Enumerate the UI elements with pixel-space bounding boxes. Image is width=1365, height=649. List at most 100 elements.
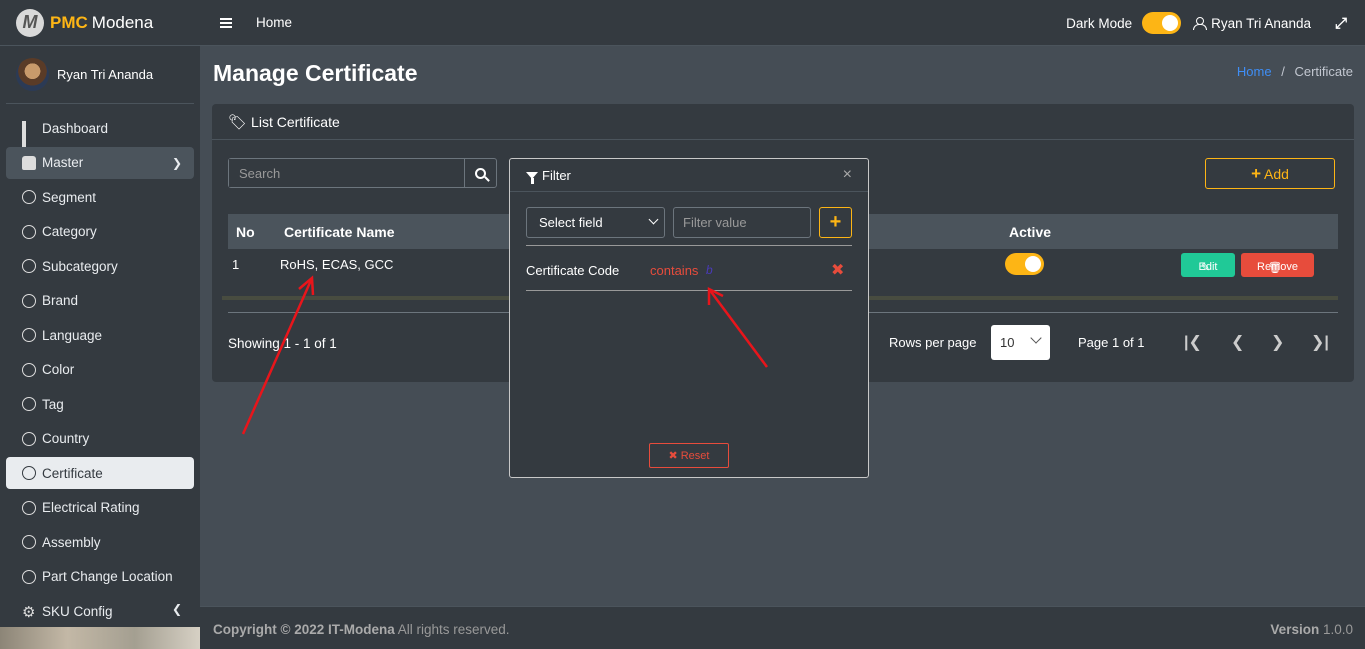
filter-title: Filter <box>542 167 571 183</box>
prev-page-icon[interactable]: ❮ <box>1231 332 1244 352</box>
top-home-link[interactable]: Home <box>256 15 292 30</box>
search-input[interactable] <box>229 159 464 187</box>
last-page-icon[interactable]: ❯| <box>1311 332 1329 352</box>
tags-icon: 🏷 <box>228 113 248 131</box>
breadcrumb-home[interactable]: Home <box>1237 64 1272 79</box>
cell-no: 1 <box>232 257 240 272</box>
filter-icon <box>526 171 538 184</box>
rows-per-page-select[interactable]: 10 <box>991 325 1050 360</box>
company-link[interactable]: IT-Modena <box>328 622 395 637</box>
sidebar-user-name: Ryan Tri Ananda <box>57 67 154 82</box>
remove-label: Remove <box>1257 261 1298 273</box>
sidebar-item-label: Master <box>42 155 84 170</box>
filter-header: Filter × <box>510 159 868 192</box>
search-box <box>228 158 497 188</box>
sidebar-item-master[interactable]: Master ❯ <box>6 146 194 179</box>
sidebar-item-part-change-location[interactable]: Part Change Location <box>6 561 194 593</box>
card-title: List Certificate <box>251 113 340 130</box>
search-icon <box>475 167 486 179</box>
circle-icon <box>22 293 36 308</box>
sidebar-nav: Dashboard Master ❯ Segment Category Subc… <box>0 112 200 627</box>
page-title: Manage Certificate <box>213 60 418 86</box>
sidebar-item-segment[interactable]: Segment <box>6 181 194 213</box>
circle-icon <box>22 328 36 342</box>
sidebar-item-assembly[interactable]: Assembly <box>6 526 194 558</box>
active-toggle[interactable] <box>1005 253 1044 275</box>
menu-icon[interactable] <box>220 17 232 28</box>
topbar-user-name[interactable]: Ryan Tri Ananda <box>1211 16 1311 31</box>
circle-icon <box>22 397 36 411</box>
fullscreen-icon[interactable]: ⤢ <box>1335 15 1347 32</box>
close-icon[interactable]: × <box>843 166 852 184</box>
filter-rule-field: Certificate Code <box>526 263 620 278</box>
filter-rule-value[interactable]: b <box>706 263 713 277</box>
sidebar-item-label: Tag <box>42 396 64 412</box>
chevron-down-icon <box>1030 332 1042 344</box>
edit-button[interactable]: ✎ Edit <box>1181 253 1235 277</box>
chevron-down-icon <box>648 214 659 225</box>
search-button[interactable] <box>464 159 496 187</box>
sidebar-item-label: Certificate <box>42 465 103 481</box>
plus-icon: + <box>1251 163 1261 183</box>
page-indicator: Page 1 of 1 <box>1078 335 1145 350</box>
sidebar-item-dashboard[interactable]: Dashboard <box>6 112 194 157</box>
plus-icon: + <box>829 211 842 233</box>
sidebar-item-sku-config[interactable]: ⚙ SKU Config ❮ <box>6 595 194 627</box>
sidebar-item-brand[interactable]: Brand <box>6 285 194 317</box>
sidebar-background-image <box>0 627 202 649</box>
sidebar-item-tag[interactable]: Tag <box>6 388 194 420</box>
field-select[interactable]: Select field <box>526 207 665 238</box>
reset-button[interactable]: ✖ Reset <box>649 443 729 468</box>
version-number: 1.0.0 <box>1322 622 1353 637</box>
remove-button[interactable]: 🗑 Remove <box>1241 253 1314 277</box>
breadcrumb-separator: / <box>1281 64 1285 79</box>
sidebar-item-certificate[interactable]: Certificate <box>6 457 194 489</box>
topbar: Home Dark Mode Ryan Tri Ananda ⤢ <box>200 0 1365 46</box>
divider <box>526 290 852 291</box>
filter-rule-operator[interactable]: contains <box>650 263 698 278</box>
topbar-right: Dark Mode Ryan Tri Ananda ⤢ <box>1066 0 1347 46</box>
grid-icon <box>22 121 36 157</box>
rights-text: All rights reserved. <box>397 622 510 637</box>
user-panel[interactable]: Ryan Tri Ananda <box>6 46 194 104</box>
sidebar-item-label: Dashboard <box>42 120 109 136</box>
circle-icon <box>22 569 36 584</box>
circle-icon <box>22 431 36 446</box>
next-page-icon[interactable]: ❯ <box>1271 332 1284 352</box>
sidebar-item-country[interactable]: Country <box>6 423 194 455</box>
sidebar-item-category[interactable]: Category <box>6 216 194 248</box>
filter-value-input[interactable] <box>673 207 811 238</box>
close-icon: ✖ <box>668 450 678 462</box>
sidebar-item-label: Part Change Location <box>42 569 173 584</box>
sidebar-item-label: Subcategory <box>42 258 118 274</box>
sidebar-item-label: Country <box>42 431 90 446</box>
first-page-icon[interactable]: |❮ <box>1184 332 1202 352</box>
brand[interactable]: M PMC Modena <box>0 0 200 46</box>
add-label: Add <box>1264 165 1289 182</box>
chevron-down-icon: ❯ <box>171 155 182 170</box>
field-select-value: Select field <box>539 215 603 230</box>
sidebar-item-language[interactable]: Language <box>6 319 194 351</box>
brand-name: Modena <box>91 12 154 32</box>
divider <box>526 245 852 246</box>
delete-rule-icon[interactable]: ✖ <box>831 260 844 280</box>
chevron-left-icon: ❮ <box>171 602 182 616</box>
dark-mode-toggle[interactable] <box>1142 12 1182 34</box>
brand-text: PMC Modena <box>50 13 153 33</box>
rows-per-page-value: 10 <box>1000 335 1015 350</box>
sidebar-item-color[interactable]: Color <box>6 354 194 386</box>
footer-version: Version 1.0.0 <box>1270 622 1353 637</box>
version-label: Version <box>1270 622 1320 637</box>
sidebar-item-label: Language <box>42 327 103 343</box>
sidebar-item-subcategory[interactable]: Subcategory <box>6 250 194 282</box>
edit-label: Edit <box>1198 261 1218 273</box>
breadcrumb: Home / Certificate <box>1237 64 1353 79</box>
add-button[interactable]: + Add <box>1205 158 1335 189</box>
add-filter-button[interactable]: + <box>819 207 852 238</box>
sidebar-item-electrical-rating[interactable]: Electrical Rating <box>6 492 194 524</box>
hdd-icon <box>22 155 36 170</box>
circle-icon <box>22 362 36 377</box>
circle-icon <box>22 466 36 480</box>
breadcrumb-current: Certificate <box>1294 64 1353 79</box>
circle-icon <box>22 190 36 204</box>
